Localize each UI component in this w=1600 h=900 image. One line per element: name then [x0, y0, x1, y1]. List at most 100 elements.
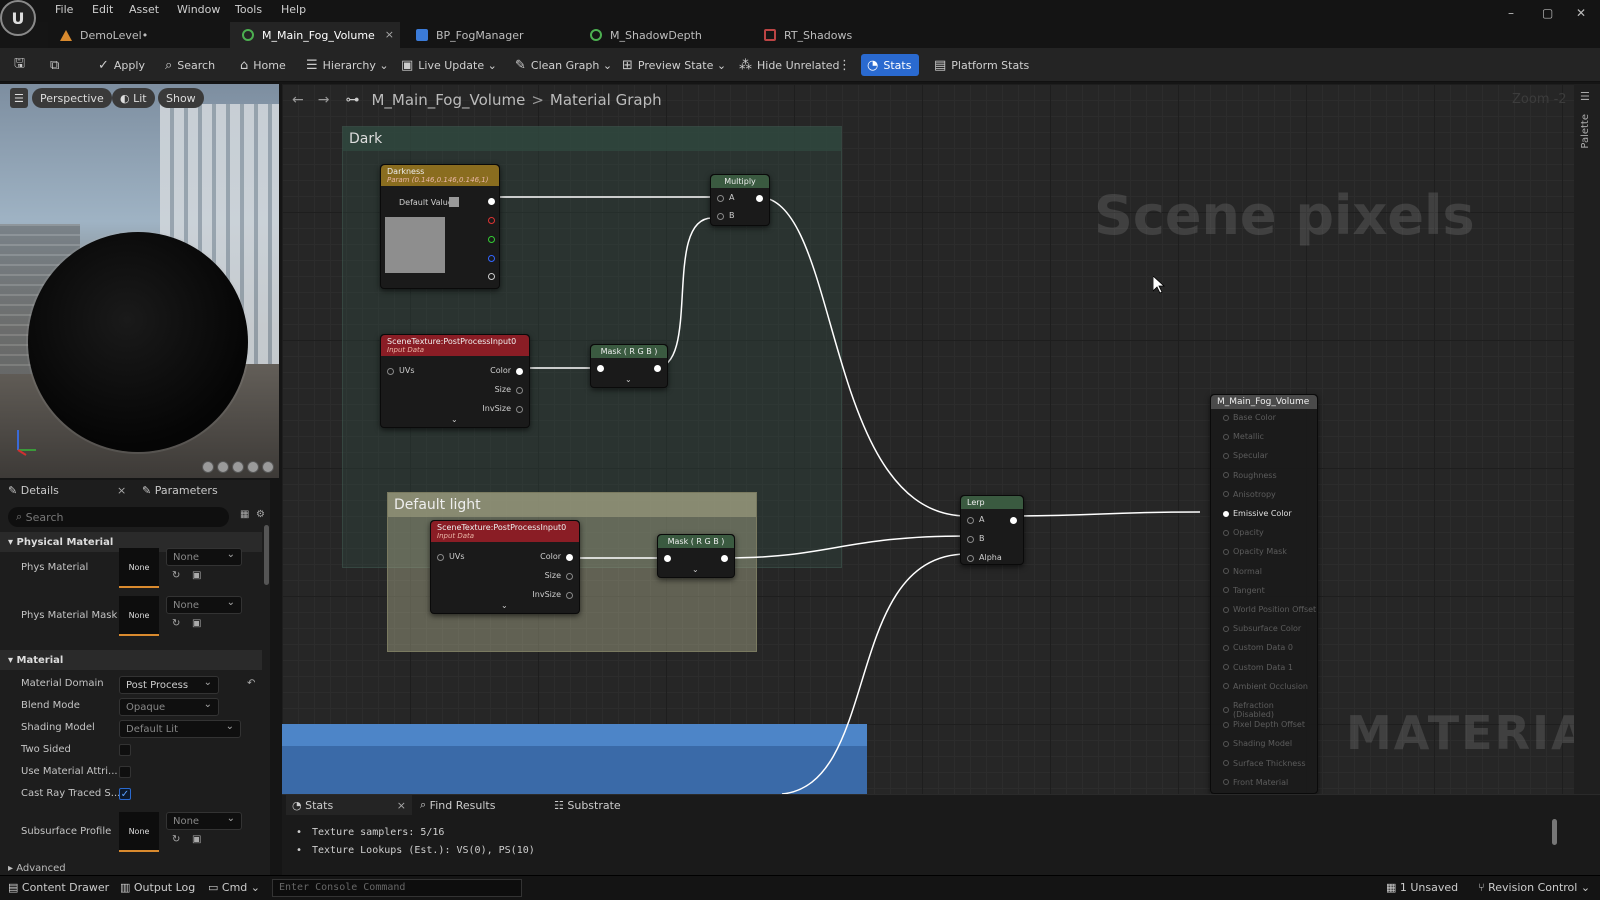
tab-details[interactable]: ✎ Details: [8, 480, 59, 500]
perspective-button[interactable]: Perspective: [32, 88, 112, 108]
tab-substrate[interactable]: ☷ Substrate: [554, 795, 621, 815]
content-drawer-button[interactable]: ▤ Content Drawer: [8, 881, 109, 894]
preview-state-button[interactable]: ⊞ Preview State ⌄: [622, 56, 726, 74]
input-pin-b[interactable]: [967, 536, 974, 543]
result-pin-emissive-color[interactable]: Emissive Color: [1223, 509, 1292, 518]
output-pin-g[interactable]: [488, 236, 495, 243]
expand-chevron-icon[interactable]: ⌄: [625, 375, 632, 384]
result-pin-custom-data-0[interactable]: Custom Data 0: [1223, 643, 1293, 652]
output-pin[interactable]: [654, 365, 661, 372]
more-options-icon[interactable]: ⋮: [838, 56, 856, 74]
preview-shape-custom-icon[interactable]: [262, 461, 274, 473]
browse-folder-icon[interactable]: ▣: [192, 618, 201, 629]
cast-ray-traced-shadows-checkbox[interactable]: ✓: [119, 788, 131, 800]
output-pin[interactable]: [1010, 517, 1017, 524]
unreal-logo[interactable]: U: [0, 0, 36, 36]
platform-stats-button[interactable]: ▤ Platform Stats: [934, 56, 1029, 74]
result-pin-pixel-depth-offset[interactable]: Pixel Depth Offset: [1223, 720, 1305, 729]
input-pin-a[interactable]: [967, 517, 974, 524]
output-pin-rgba[interactable]: [488, 198, 495, 205]
tab-rt-shadows[interactable]: RT_Shadows: [752, 22, 922, 48]
output-pin-b[interactable]: [488, 255, 495, 262]
result-pin-metallic[interactable]: Metallic: [1223, 432, 1264, 441]
blend-mode-dropdown[interactable]: Opaque: [119, 698, 219, 716]
stats-button[interactable]: ◔ Stats: [861, 54, 920, 76]
output-pin-size[interactable]: [566, 573, 573, 580]
preview-viewport[interactable]: ☰ Perspective ◐ Lit Show: [0, 84, 279, 478]
output-pin-r[interactable]: [488, 217, 495, 224]
browse-icon[interactable]: ⧉: [50, 56, 64, 74]
output-pin-invsize[interactable]: [516, 406, 523, 413]
menu-file[interactable]: File: [55, 3, 73, 16]
result-pin-shading-model[interactable]: Shading Model: [1223, 739, 1292, 748]
two-sided-checkbox[interactable]: [119, 744, 131, 756]
browse-folder-icon[interactable]: ▣: [192, 834, 201, 845]
search-button[interactable]: ⌕ Search: [165, 56, 215, 74]
result-pin-anisotropy[interactable]: Anisotropy: [1223, 490, 1276, 499]
menu-asset[interactable]: Asset: [129, 3, 159, 16]
category-material[interactable]: ▾ Material: [0, 650, 262, 670]
browse-folder-icon[interactable]: ▣: [192, 570, 201, 581]
material-domain-dropdown[interactable]: Post Process: [119, 676, 219, 694]
output-pin-a[interactable]: [488, 273, 495, 280]
expand-chevron-icon[interactable]: ⌄: [451, 415, 458, 424]
live-update-button[interactable]: ▣ Live Update ⌄: [401, 56, 497, 74]
phys-material-dropdown[interactable]: None: [166, 548, 242, 566]
tab-parameters[interactable]: ✎ Parameters: [142, 480, 218, 500]
table-view-icon[interactable]: ▦: [240, 509, 249, 520]
output-pin-invsize[interactable]: [566, 592, 573, 599]
result-pin-normal[interactable]: Normal: [1223, 567, 1262, 576]
phys-material-mask-thumbnail[interactable]: None: [119, 596, 159, 636]
menu-tools[interactable]: Tools: [235, 3, 262, 16]
preview-shape-cube-icon[interactable]: [247, 461, 259, 473]
input-pin[interactable]: [664, 555, 671, 562]
tab-demolevel[interactable]: DemoLevel•: [48, 22, 218, 48]
node-mask-dark[interactable]: Mask ( R G B ) ⌄: [590, 344, 668, 388]
close-stats-icon[interactable]: ×: [397, 799, 406, 812]
node-lerp[interactable]: Lerp A B Alpha: [960, 495, 1024, 565]
node-mask-light[interactable]: Mask ( R G B ) ⌄: [657, 534, 735, 578]
result-pin-subsurface-color[interactable]: Subsurface Color: [1223, 624, 1301, 633]
input-pin[interactable]: [597, 365, 604, 372]
node-scenetexture-light[interactable]: SceneTexture:PostProcessInput0 Input Data…: [430, 520, 580, 614]
menu-edit[interactable]: Edit: [92, 3, 113, 16]
menu-window[interactable]: Window: [177, 3, 220, 16]
viewport-menu-icon[interactable]: ☰: [10, 88, 28, 108]
tab-find-results[interactable]: ⌕ Find Results: [420, 795, 495, 815]
show-button[interactable]: Show: [158, 88, 204, 108]
palette-menu-icon[interactable]: ☰: [1580, 90, 1590, 103]
input-pin-uvs[interactable]: [437, 554, 444, 561]
palette-sidebar[interactable]: ☰ Palette: [1574, 84, 1600, 794]
result-pin-opacity[interactable]: Opacity: [1223, 528, 1264, 537]
result-pin-base-color[interactable]: Base Color: [1223, 413, 1276, 422]
result-pin-ambient-occlusion[interactable]: Ambient Occlusion: [1223, 682, 1308, 691]
output-pin-color[interactable]: [566, 554, 573, 561]
lit-button[interactable]: ◐ Lit: [112, 88, 155, 108]
phys-material-mask-dropdown[interactable]: None: [166, 596, 242, 614]
result-pin-specular[interactable]: Specular: [1223, 451, 1268, 460]
tab-m-shadowdepth[interactable]: M_ShadowDepth: [578, 22, 748, 48]
material-graph-canvas[interactable]: ← → ⊶ M_Main_Fog_Volume > Material Graph…: [282, 84, 1600, 794]
tab-bp-fogmanager[interactable]: BP_FogManager: [404, 22, 574, 48]
node-material-result[interactable]: M_Main_Fog_Volume Base Color Metallic Spec…: [1210, 394, 1318, 794]
settings-gear-icon[interactable]: ⚙: [256, 509, 265, 520]
result-pin-surface-thickness[interactable]: Surface Thickness: [1223, 759, 1306, 768]
subsurface-profile-dropdown[interactable]: None: [166, 812, 242, 830]
maximize-icon[interactable]: ▢: [1542, 6, 1553, 20]
expand-chevron-icon[interactable]: ⌄: [501, 601, 508, 610]
result-pin-front-material[interactable]: Front Material: [1223, 778, 1288, 787]
phys-material-thumbnail[interactable]: None: [119, 548, 159, 588]
hierarchy-button[interactable]: ☰ Hierarchy ⌄: [306, 56, 389, 74]
input-pin-alpha[interactable]: [967, 555, 974, 562]
stats-scrollbar[interactable]: [1552, 819, 1557, 845]
palette-tab-label[interactable]: Palette: [1580, 114, 1591, 149]
node-darkness-param[interactable]: Darkness Param (0.146,0.146,0.146,1) Defa…: [380, 164, 500, 289]
tab-stats[interactable]: ◔ Stats ×: [286, 795, 412, 815]
revision-control-button[interactable]: ⑂ Revision Control ⌄: [1478, 881, 1590, 894]
details-search-input[interactable]: ⌕ Search: [8, 507, 229, 527]
output-pin[interactable]: [721, 555, 728, 562]
save-icon[interactable]: 🖫: [14, 56, 30, 74]
reset-icon[interactable]: ↻: [172, 618, 180, 629]
input-pin-a[interactable]: [717, 195, 724, 202]
close-details-icon[interactable]: ×: [117, 480, 126, 500]
